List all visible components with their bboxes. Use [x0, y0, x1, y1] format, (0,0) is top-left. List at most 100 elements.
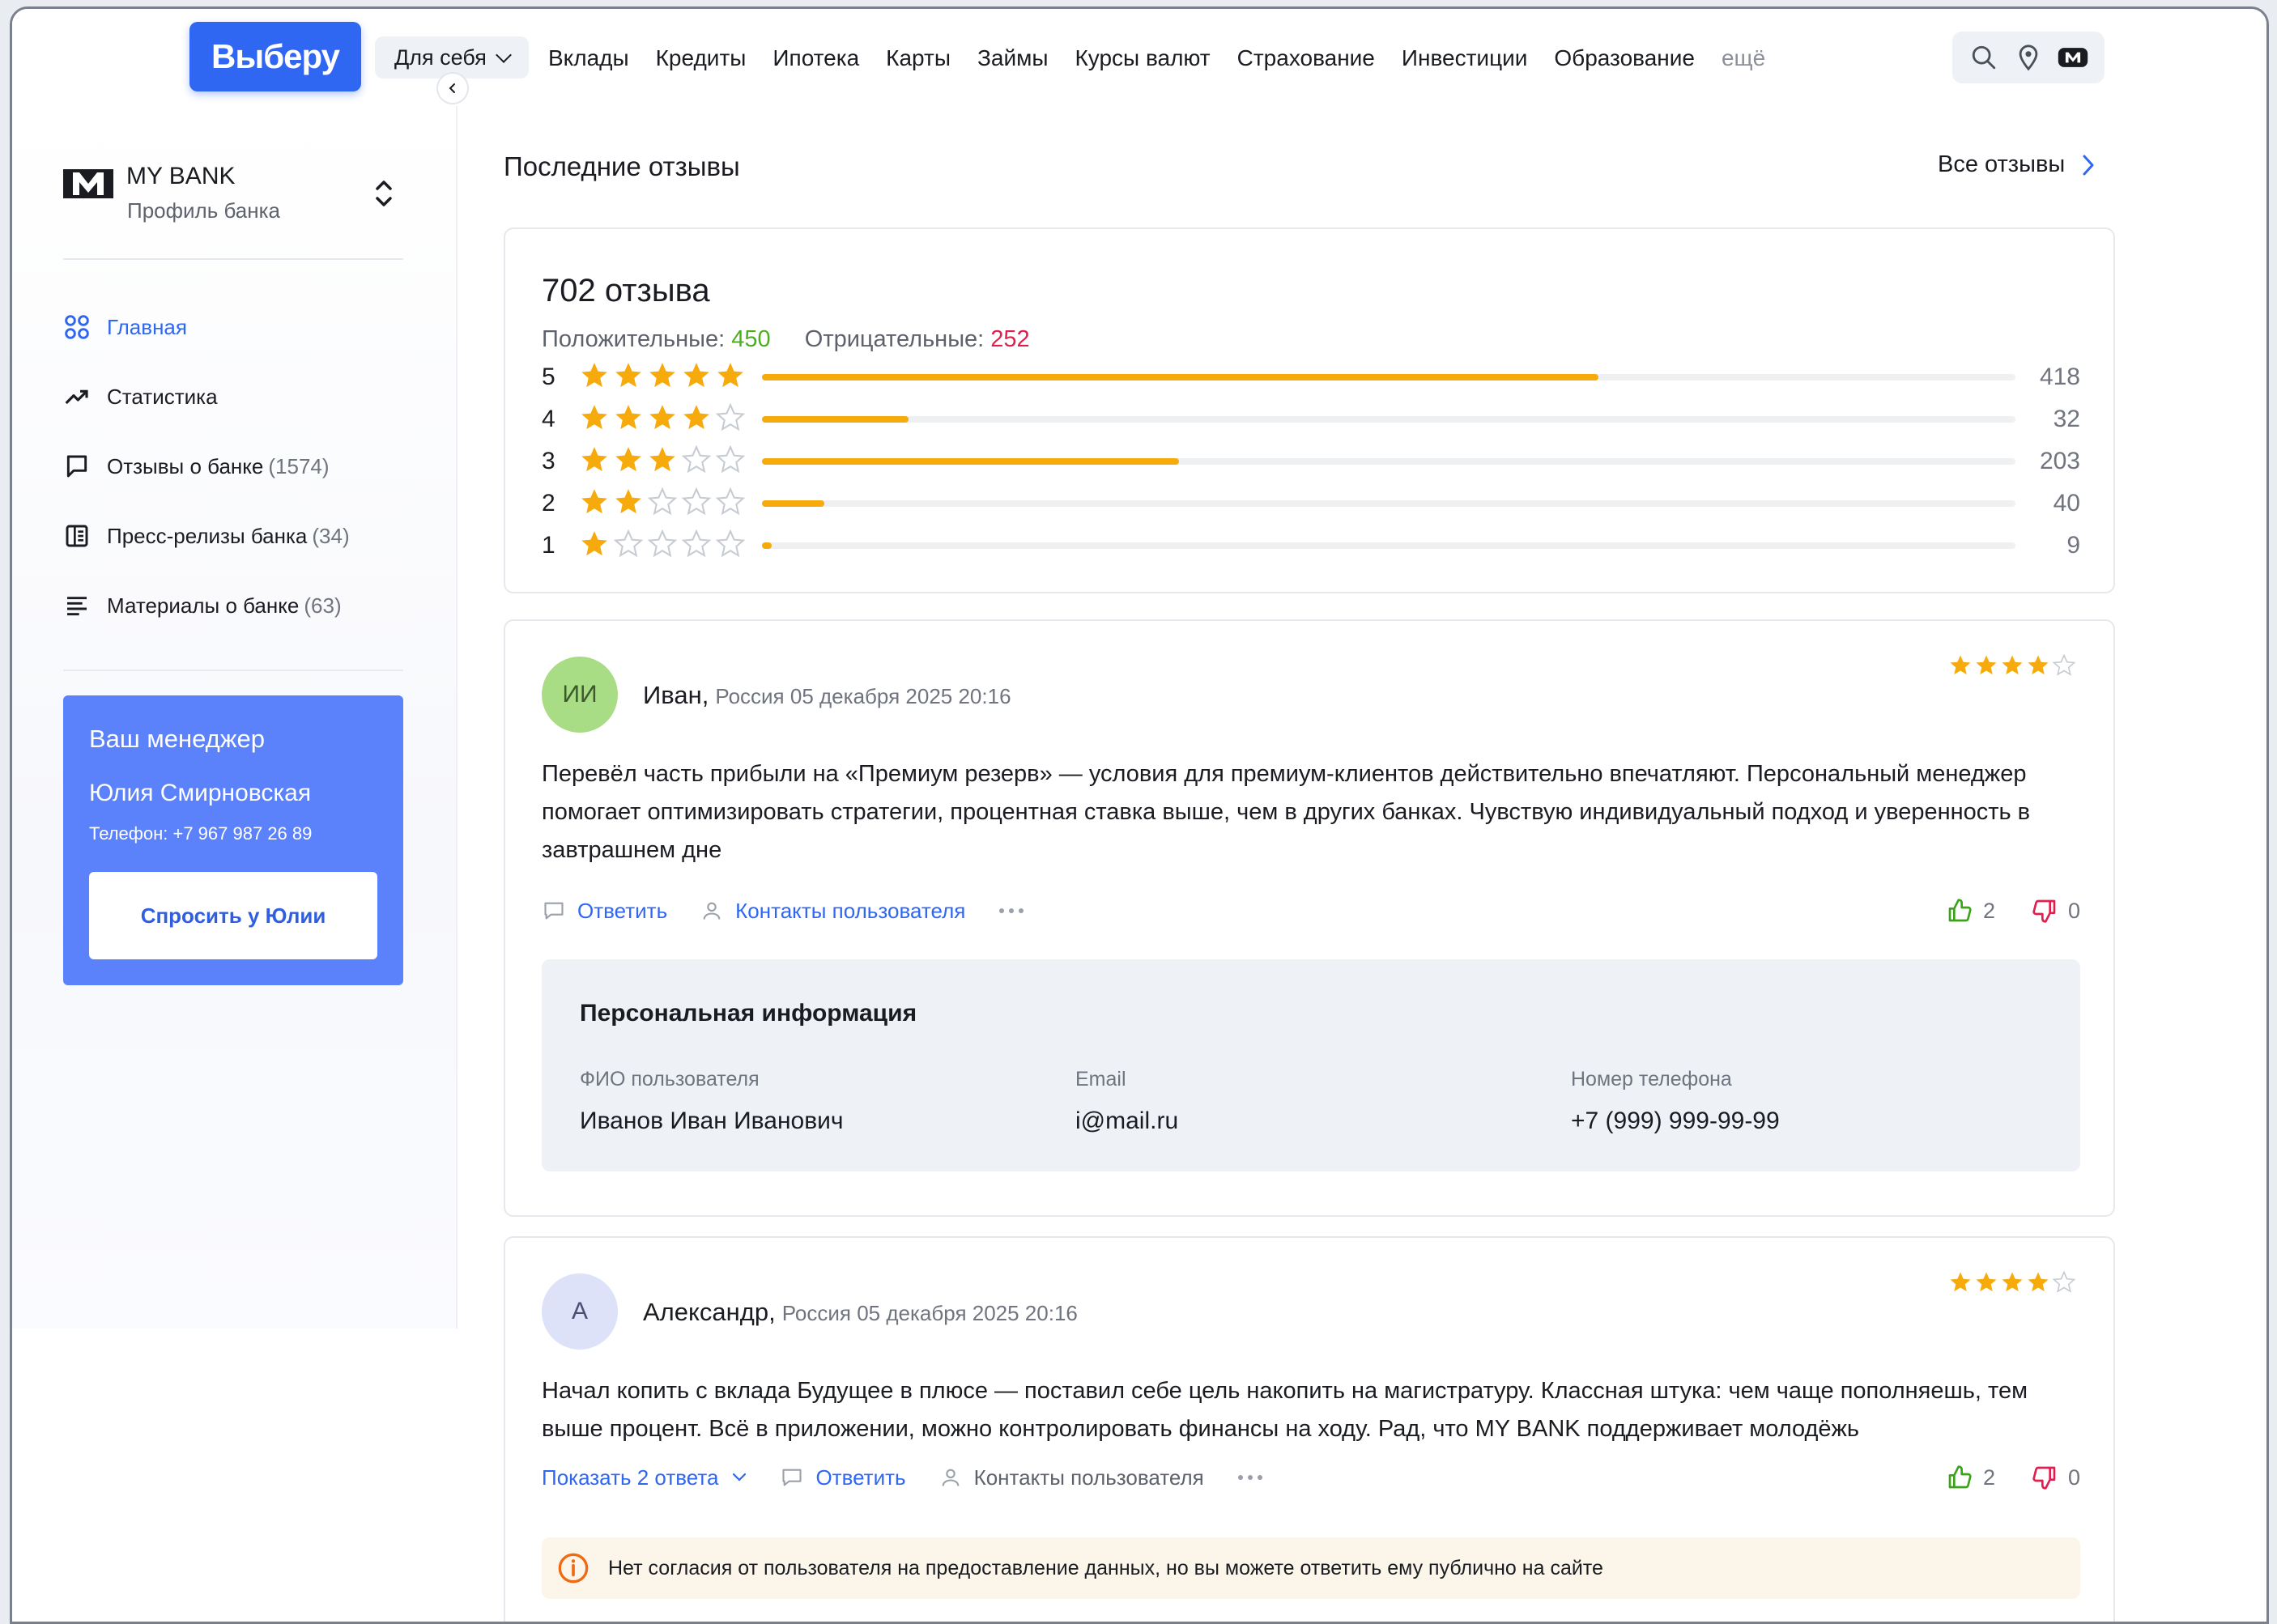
- positive-count: 450: [731, 326, 771, 352]
- all-reviews-label: Все отзывы: [1938, 151, 2066, 177]
- nav-item-credits[interactable]: Кредиты: [656, 45, 747, 71]
- all-reviews-link[interactable]: Все отзывы: [1938, 151, 2096, 178]
- star-filled-icon: [2028, 655, 2049, 675]
- star-filled-icon: [649, 363, 675, 388]
- star-filled-icon: [581, 489, 607, 514]
- reply-button[interactable]: Ответить: [542, 899, 667, 924]
- site-logo[interactable]: Выберу: [189, 22, 361, 91]
- sidebar-border: [456, 106, 458, 1329]
- bank-subtitle: Профиль банка: [127, 198, 280, 223]
- collapse-sidebar-button[interactable]: [436, 72, 469, 104]
- review-rating: [1948, 653, 2076, 678]
- user-icon: [938, 1465, 963, 1490]
- star-filled-icon: [615, 489, 641, 514]
- review-author: Александр, Россия 05 декабря 2025 20:16: [643, 1298, 1078, 1327]
- nav-item-education[interactable]: Образование: [1554, 45, 1695, 71]
- manager-title: Ваш менеджер: [89, 725, 265, 753]
- nav-item-investments[interactable]: Инвестиции: [1402, 45, 1528, 71]
- nav-item-insurance[interactable]: Страхование: [1237, 45, 1375, 71]
- sidebar-item-home[interactable]: Главная: [63, 307, 187, 347]
- trend-up-icon: [63, 383, 91, 410]
- likes-count: 2: [1982, 898, 1995, 923]
- ask-manager-button[interactable]: Спросить у Юлии: [89, 872, 377, 959]
- sidebar-item-materials[interactable]: Материалы о банке (63): [63, 585, 342, 626]
- grid-icon: [63, 313, 91, 341]
- star-filled-icon: [649, 447, 675, 472]
- nav-item-deposits[interactable]: Вклады: [548, 45, 629, 71]
- review-actions: Показать 2 ответа Ответить Контакты поль…: [542, 1460, 2080, 1495]
- manager-card: Ваш менеджер Юлия Смирновская Телефон: +…: [63, 695, 403, 985]
- fio-field: ФИО пользователя Иванов Иван Иванович: [580, 1068, 844, 1135]
- sidebar-item-label: Статистика: [107, 384, 218, 409]
- reply-label: Ответить: [815, 1465, 906, 1490]
- bank-logo-icon[interactable]: [2057, 41, 2089, 74]
- review-votes: 2 0: [1946, 1460, 2080, 1495]
- sidebar-divider: [63, 670, 403, 671]
- user-icon: [700, 899, 724, 923]
- rating-bar-track: [762, 374, 2015, 380]
- show-replies-button[interactable]: Показать 2 ответа: [542, 1465, 747, 1490]
- top-bar: Выберу Для себя Вклады Кредиты Ипотека К…: [12, 9, 2266, 106]
- rating-bar-fill: [762, 416, 909, 423]
- more-options-icon[interactable]: [1236, 1473, 1264, 1482]
- rating-stars: [579, 487, 746, 517]
- thumb-down-icon[interactable]: [2031, 897, 2058, 925]
- star-filled-icon: [1976, 1272, 1997, 1292]
- newspaper-icon: [63, 522, 91, 550]
- nav-item-currency[interactable]: Курсы валют: [1075, 45, 1210, 71]
- audience-select-value: Для себя: [394, 45, 487, 70]
- location-pin-icon[interactable]: [2012, 41, 2045, 74]
- review-meta: Россия 05 декабря 2025 20:16: [715, 684, 1011, 708]
- star-empty-icon: [715, 402, 746, 432]
- search-icon[interactable]: [1968, 41, 2000, 74]
- review-actions: Ответить Контакты пользователя 2 0: [542, 893, 2080, 929]
- rating-count: 418: [2039, 363, 2080, 390]
- thumb-up-icon[interactable]: [1946, 897, 1973, 925]
- sidebar-item-label: Отзывы о банке: [107, 453, 264, 478]
- sidebar-divider: [63, 258, 403, 260]
- reply-button[interactable]: Ответить: [780, 1465, 906, 1490]
- sidebar-item-press[interactable]: Пресс-релизы банка (34): [63, 516, 350, 556]
- user-contacts-button[interactable]: Контакты пользователя: [700, 899, 965, 924]
- phone-value[interactable]: +7 (999) 999-99-99: [1571, 1107, 1780, 1135]
- user-contacts-button[interactable]: Контакты пользователя: [938, 1465, 1204, 1490]
- nav-item-mortgage[interactable]: Ипотека: [772, 45, 859, 71]
- sidebar-item-reviews[interactable]: Отзывы о банке (1574): [63, 446, 330, 487]
- email-field: Email i@mail.ru: [1075, 1068, 1178, 1135]
- negative-label: Отрицательные:: [804, 326, 985, 352]
- rating-count: 203: [2039, 448, 2080, 474]
- sidebar-item-statistics[interactable]: Статистика: [63, 376, 218, 417]
- email-value[interactable]: i@mail.ru: [1075, 1107, 1178, 1135]
- reviews-total: 702 отзыва: [542, 273, 710, 308]
- phone-label: Номер телефона: [1571, 1068, 1732, 1090]
- dislikes-count: 0: [2067, 1465, 2080, 1490]
- rating-row-5: 5 418: [542, 360, 2080, 393]
- star-filled-icon: [615, 363, 641, 388]
- manager-phone: Телефон: +7 967 987 26 89: [89, 823, 313, 844]
- thumb-up-icon[interactable]: [1946, 1464, 1973, 1491]
- star-filled-icon: [581, 363, 607, 388]
- review-meta: Россия 05 декабря 2025 20:16: [781, 1301, 1078, 1325]
- review-text: Перевёл часть прибыли на «Премиум резерв…: [542, 761, 2031, 863]
- rating-level: 3: [542, 448, 555, 474]
- nav-more[interactable]: ещё: [1722, 45, 1765, 71]
- chat-bubble-icon: [542, 899, 566, 923]
- star-filled-icon: [2002, 655, 2023, 675]
- nav-item-cards[interactable]: Карты: [886, 45, 951, 71]
- switch-bank-icon[interactable]: [372, 177, 396, 210]
- star-empty-icon: [681, 529, 712, 558]
- star-filled-icon: [615, 447, 641, 472]
- reply-label: Ответить: [577, 898, 668, 923]
- more-options-icon[interactable]: [998, 907, 1025, 915]
- star-empty-icon: [715, 487, 746, 516]
- sidebar-item-count: (34): [312, 523, 350, 548]
- thumb-down-icon[interactable]: [2031, 1464, 2058, 1491]
- contacts-label: Контакты пользователя: [735, 898, 966, 923]
- nav-item-loans[interactable]: Займы: [977, 45, 1049, 71]
- star-filled-icon: [1950, 655, 1971, 675]
- star-filled-icon: [1950, 1272, 1971, 1292]
- manager-name: Юлия Смирновская: [89, 780, 312, 806]
- star-empty-icon: [715, 529, 746, 558]
- rating-level: 5: [542, 363, 555, 390]
- review-card: А Александр, Россия 05 декабря 2025 20:16…: [504, 1236, 2115, 1622]
